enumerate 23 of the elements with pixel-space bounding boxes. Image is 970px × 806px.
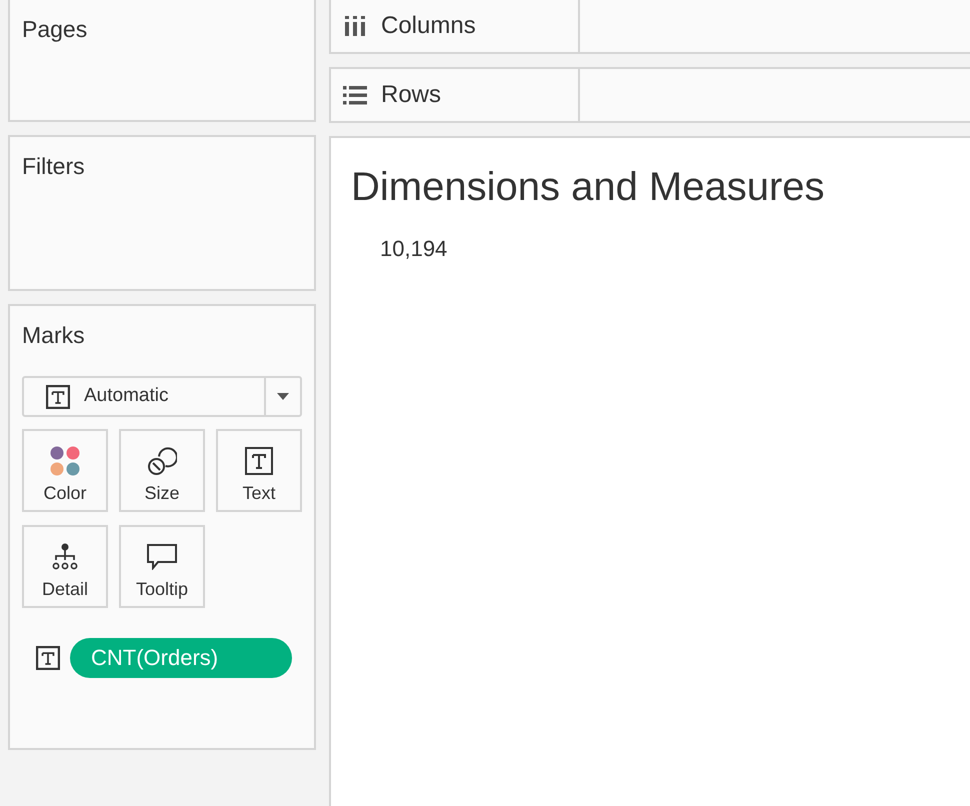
text-box-icon <box>245 447 273 475</box>
mark-property-button[interactable]: Color <box>22 429 108 512</box>
mark-property-button[interactable]: Text <box>216 429 302 512</box>
card-title: Marks <box>22 321 85 350</box>
text-box-icon <box>36 646 60 670</box>
measure-value: 10,194 <box>380 235 448 263</box>
view-title: Dimensions and Measures <box>351 164 825 211</box>
mark-property-button[interactable]: Detail <box>22 525 108 608</box>
card-title: Pages <box>22 15 88 44</box>
caret-icon <box>277 393 289 400</box>
overlapping-circles-icon <box>147 446 177 476</box>
rows-icon <box>343 86 367 104</box>
speech-bubble-icon <box>147 544 177 570</box>
shelf-label: Columns <box>381 11 476 41</box>
text-box-icon <box>46 384 70 408</box>
mark-property-button[interactable]: Size <box>119 429 205 512</box>
card-title: Filters <box>22 152 85 181</box>
columns-icon <box>345 16 365 36</box>
mark-property-button[interactable]: Tooltip <box>119 525 205 608</box>
shelf-label: Rows <box>381 80 442 110</box>
hierarchy-icon <box>51 543 79 571</box>
mark-type-dropdown[interactable]: Automatic <box>22 376 302 417</box>
color-dots-icon <box>50 446 80 476</box>
